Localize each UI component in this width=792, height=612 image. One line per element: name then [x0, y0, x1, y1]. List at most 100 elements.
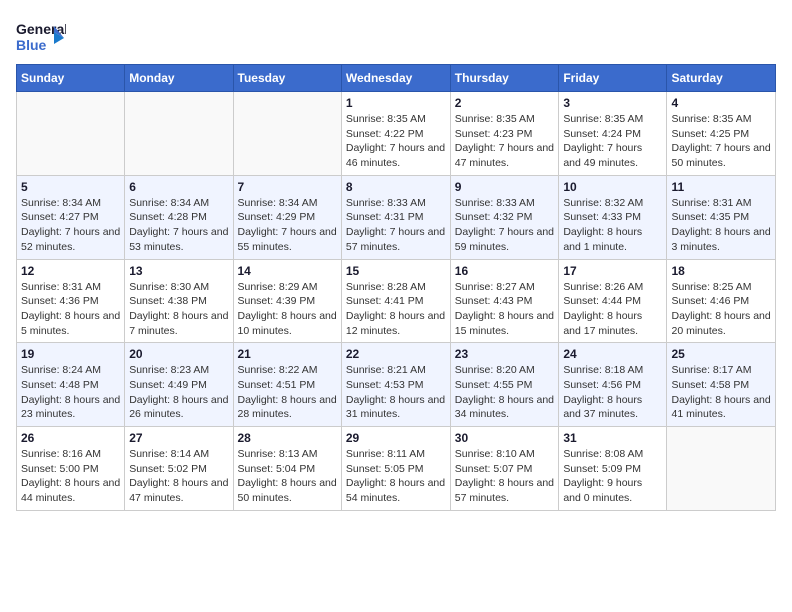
day-info: Sunrise: 8:35 AM Sunset: 4:24 PM Dayligh…	[563, 112, 662, 171]
day-info: Sunrise: 8:13 AM Sunset: 5:04 PM Dayligh…	[238, 447, 337, 506]
calendar-cell: 6 Sunrise: 8:34 AM Sunset: 4:28 PM Daylig…	[125, 175, 233, 259]
day-number: 19	[21, 347, 120, 361]
day-number: 5	[21, 180, 120, 194]
day-number: 18	[671, 264, 771, 278]
day-number: 6	[129, 180, 228, 194]
calendar-cell	[667, 427, 776, 511]
day-info: Sunrise: 8:08 AM Sunset: 5:09 PM Dayligh…	[563, 447, 662, 506]
day-number: 31	[563, 431, 662, 445]
day-number: 14	[238, 264, 337, 278]
calendar-cell: 28 Sunrise: 8:13 AM Sunset: 5:04 PM Dayli…	[233, 427, 341, 511]
calendar-cell: 10 Sunrise: 8:32 AM Sunset: 4:33 PM Dayli…	[559, 175, 667, 259]
weekday-header-thursday: Thursday	[450, 65, 559, 92]
day-info: Sunrise: 8:32 AM Sunset: 4:33 PM Dayligh…	[563, 196, 662, 255]
day-info: Sunrise: 8:31 AM Sunset: 4:35 PM Dayligh…	[671, 196, 771, 255]
day-info: Sunrise: 8:16 AM Sunset: 5:00 PM Dayligh…	[21, 447, 120, 506]
day-info: Sunrise: 8:35 AM Sunset: 4:23 PM Dayligh…	[455, 112, 555, 171]
weekday-header-tuesday: Tuesday	[233, 65, 341, 92]
day-number: 20	[129, 347, 228, 361]
day-info: Sunrise: 8:35 AM Sunset: 4:25 PM Dayligh…	[671, 112, 771, 171]
day-number: 3	[563, 96, 662, 110]
week-row-2: 5 Sunrise: 8:34 AM Sunset: 4:27 PM Daylig…	[17, 175, 776, 259]
day-info: Sunrise: 8:10 AM Sunset: 5:07 PM Dayligh…	[455, 447, 555, 506]
calendar-cell: 14Sunrise: 8:29 AM Sunset: 4:39 PM Dayli…	[233, 259, 341, 343]
day-number: 28	[238, 431, 337, 445]
day-number: 8	[346, 180, 446, 194]
day-info: Sunrise: 8:34 AM Sunset: 4:27 PM Dayligh…	[21, 196, 120, 255]
calendar-cell: 31 Sunrise: 8:08 AM Sunset: 5:09 PM Dayli…	[559, 427, 667, 511]
day-info: Sunrise: 8:11 AM Sunset: 5:05 PM Dayligh…	[346, 447, 446, 506]
day-info: Sunrise: 8:28 AM Sunset: 4:41 PM Dayligh…	[346, 280, 446, 339]
calendar-cell: 22 Sunrise: 8:21 AM Sunset: 4:53 PM Dayli…	[341, 343, 450, 427]
day-number: 27	[129, 431, 228, 445]
day-number: 17	[563, 264, 662, 278]
weekday-header-saturday: Saturday	[667, 65, 776, 92]
day-number: 2	[455, 96, 555, 110]
day-number: 13	[129, 264, 228, 278]
calendar-cell: 12 Sunrise: 8:31 AM Sunset: 4:36 PM Dayli…	[17, 259, 125, 343]
calendar-cell: 29 Sunrise: 8:11 AM Sunset: 5:05 PM Dayli…	[341, 427, 450, 511]
week-row-5: 26 Sunrise: 8:16 AM Sunset: 5:00 PM Dayli…	[17, 427, 776, 511]
week-row-3: 12 Sunrise: 8:31 AM Sunset: 4:36 PM Dayli…	[17, 259, 776, 343]
calendar-cell: 7 Sunrise: 8:34 AM Sunset: 4:29 PM Daylig…	[233, 175, 341, 259]
calendar-cell: 23Sunrise: 8:20 AM Sunset: 4:55 PM Dayli…	[450, 343, 559, 427]
day-info: Sunrise: 8:34 AM Sunset: 4:29 PM Dayligh…	[238, 196, 337, 255]
day-number: 15	[346, 264, 446, 278]
day-info: Sunrise: 8:24 AM Sunset: 4:48 PM Dayligh…	[21, 363, 120, 422]
day-number: 11	[671, 180, 771, 194]
day-info: Sunrise: 8:26 AM Sunset: 4:44 PM Dayligh…	[563, 280, 662, 339]
day-info: Sunrise: 8:35 AM Sunset: 4:22 PM Dayligh…	[346, 112, 446, 171]
day-info: Sunrise: 8:21 AM Sunset: 4:53 PM Dayligh…	[346, 363, 446, 422]
day-number: 26	[21, 431, 120, 445]
day-number: 24	[563, 347, 662, 361]
day-info: Sunrise: 8:22 AM Sunset: 4:51 PM Dayligh…	[238, 363, 337, 422]
calendar-cell	[125, 92, 233, 176]
calendar-cell: 18 Sunrise: 8:25 AM Sunset: 4:46 PM Dayli…	[667, 259, 776, 343]
calendar-cell: 17 Sunrise: 8:26 AM Sunset: 4:44 PM Dayli…	[559, 259, 667, 343]
calendar-cell: 9Sunrise: 8:33 AM Sunset: 4:32 PM Daylig…	[450, 175, 559, 259]
calendar-cell	[17, 92, 125, 176]
day-number: 9	[455, 180, 555, 194]
day-info: Sunrise: 8:25 AM Sunset: 4:46 PM Dayligh…	[671, 280, 771, 339]
calendar-cell: 1 Sunrise: 8:35 AM Sunset: 4:22 PM Daylig…	[341, 92, 450, 176]
day-info: Sunrise: 8:17 AM Sunset: 4:58 PM Dayligh…	[671, 363, 771, 422]
day-number: 30	[455, 431, 555, 445]
calendar-cell: 27 Sunrise: 8:14 AM Sunset: 5:02 PM Dayli…	[125, 427, 233, 511]
weekday-header-friday: Friday	[559, 65, 667, 92]
calendar-cell: 5 Sunrise: 8:34 AM Sunset: 4:27 PM Daylig…	[17, 175, 125, 259]
weekday-header-sunday: Sunday	[17, 65, 125, 92]
calendar-cell: 16Sunrise: 8:27 AM Sunset: 4:43 PM Dayli…	[450, 259, 559, 343]
calendar-cell: 25Sunrise: 8:17 AM Sunset: 4:58 PM Dayli…	[667, 343, 776, 427]
day-number: 29	[346, 431, 446, 445]
calendar-cell: 4Sunrise: 8:35 AM Sunset: 4:25 PM Daylig…	[667, 92, 776, 176]
week-row-1: 1 Sunrise: 8:35 AM Sunset: 4:22 PM Daylig…	[17, 92, 776, 176]
day-info: Sunrise: 8:14 AM Sunset: 5:02 PM Dayligh…	[129, 447, 228, 506]
day-info: Sunrise: 8:27 AM Sunset: 4:43 PM Dayligh…	[455, 280, 555, 339]
day-info: Sunrise: 8:31 AM Sunset: 4:36 PM Dayligh…	[21, 280, 120, 339]
weekday-header-monday: Monday	[125, 65, 233, 92]
calendar-cell: 30 Sunrise: 8:10 AM Sunset: 5:07 PM Dayli…	[450, 427, 559, 511]
calendar-cell: 15 Sunrise: 8:28 AM Sunset: 4:41 PM Dayli…	[341, 259, 450, 343]
day-number: 7	[238, 180, 337, 194]
calendar-cell: 19 Sunrise: 8:24 AM Sunset: 4:48 PM Dayli…	[17, 343, 125, 427]
page-header: GeneralBlue	[16, 16, 776, 56]
calendar-cell: 11 Sunrise: 8:31 AM Sunset: 4:35 PM Dayli…	[667, 175, 776, 259]
day-number: 23	[455, 347, 555, 361]
logo-icon: GeneralBlue	[16, 16, 66, 56]
day-info: Sunrise: 8:34 AM Sunset: 4:28 PM Dayligh…	[129, 196, 228, 255]
week-row-4: 19 Sunrise: 8:24 AM Sunset: 4:48 PM Dayli…	[17, 343, 776, 427]
day-info: Sunrise: 8:23 AM Sunset: 4:49 PM Dayligh…	[129, 363, 228, 422]
calendar-cell	[233, 92, 341, 176]
svg-text:Blue: Blue	[16, 37, 47, 53]
calendar: SundayMondayTuesdayWednesdayThursdayFrid…	[16, 64, 776, 511]
calendar-cell: 21Sunrise: 8:22 AM Sunset: 4:51 PM Dayli…	[233, 343, 341, 427]
calendar-cell: 24Sunrise: 8:18 AM Sunset: 4:56 PM Dayli…	[559, 343, 667, 427]
calendar-cell: 13Sunrise: 8:30 AM Sunset: 4:38 PM Dayli…	[125, 259, 233, 343]
day-number: 10	[563, 180, 662, 194]
day-number: 1	[346, 96, 446, 110]
calendar-cell: 2 Sunrise: 8:35 AM Sunset: 4:23 PM Daylig…	[450, 92, 559, 176]
day-number: 12	[21, 264, 120, 278]
day-number: 22	[346, 347, 446, 361]
weekday-header-row: SundayMondayTuesdayWednesdayThursdayFrid…	[17, 65, 776, 92]
weekday-header-wednesday: Wednesday	[341, 65, 450, 92]
